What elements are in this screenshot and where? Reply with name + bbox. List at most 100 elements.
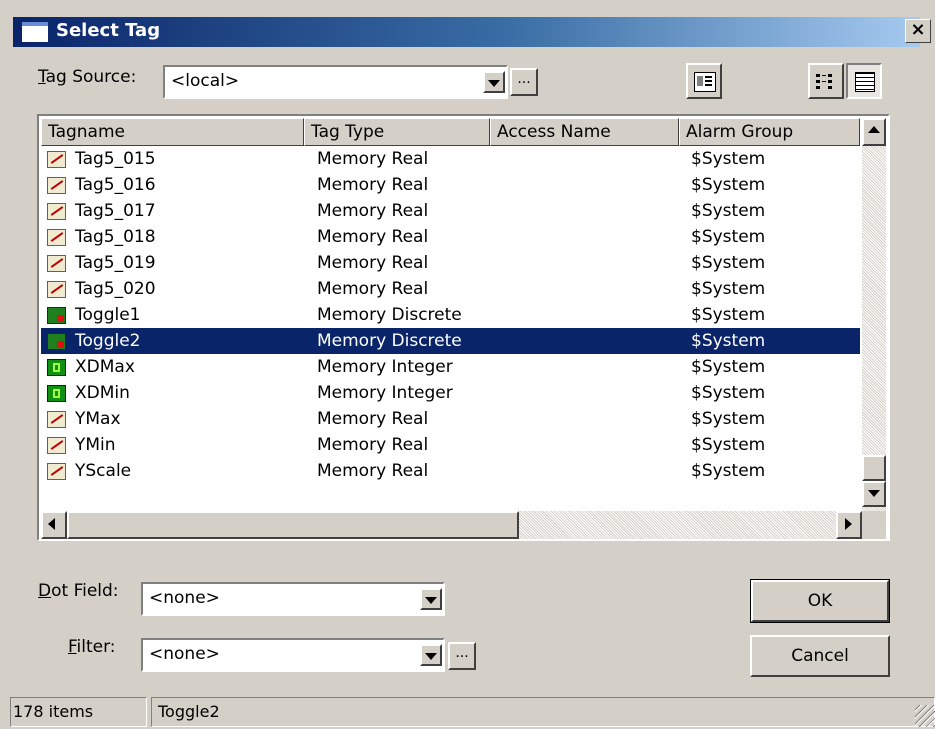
cell-tagname: Tag5_016 [75,175,156,195]
cell-alarm-group: $System [691,409,766,429]
table-row[interactable]: YMax Memory Real $System [41,406,860,432]
column-header-tagname[interactable]: Tagname [41,118,304,146]
cell-tag-type: Memory Real [317,253,429,273]
list-view-button[interactable] [808,63,844,99]
cell-tagname: Toggle2 [75,331,141,351]
list-view-icon [816,73,836,89]
cell-alarm-group: $System [691,149,766,169]
scroll-left-button[interactable] [41,511,67,539]
cell-tagname: Tag5_019 [75,253,156,273]
tag-source-browse-button[interactable]: ... [510,68,538,96]
cell-tagname: XDMin [75,383,130,403]
column-header-alarm-group[interactable]: Alarm Group [679,118,860,146]
ok-button[interactable]: OK [751,580,889,622]
vertical-scrollbar[interactable] [862,118,886,511]
cell-alarm-group: $System [691,331,766,351]
column-header-tag-type[interactable]: Tag Type [304,118,490,146]
cell-tagname: XDMax [75,357,135,377]
cancel-button[interactable]: Cancel [750,635,890,677]
filter-browse-button[interactable]: ... [448,642,476,670]
tag-discrete-icon [47,307,66,324]
scroll-down-button[interactable] [862,481,886,507]
cell-alarm-group: $System [691,279,766,299]
horizontal-scroll-thumb[interactable] [67,511,519,539]
cell-alarm-group: $System [691,227,766,247]
cell-tagname: Tag5_015 [75,149,156,169]
table-row[interactable]: Tag5_020 Memory Real $System [41,276,860,302]
cell-tag-type: Memory Discrete [317,331,462,351]
cell-tag-type: Memory Real [317,175,429,195]
tag-integer-icon [47,385,66,402]
tag-real-icon [47,463,66,480]
dot-field-combo[interactable]: <none> [141,582,445,616]
status-selected-tag: Toggle2 [151,697,935,727]
ok-button-frame: OK [750,579,890,623]
tag-discrete-icon [47,333,66,350]
cell-tag-type: Memory Real [317,227,429,247]
status-bar: 178 items Toggle2 [10,695,935,729]
tag-real-icon [47,229,66,246]
cell-alarm-group: $System [691,175,766,195]
properties-icon [694,72,716,92]
tag-list[interactable]: Tagname Tag Type Access Name Alarm Group… [37,114,890,541]
table-row[interactable]: XDMax Memory Integer $System [41,354,860,380]
tag-source-value: <local> [171,71,240,91]
scrollbar-corner [862,511,886,539]
tag-real-icon [47,281,66,298]
scroll-up-button[interactable] [862,118,886,146]
vertical-scroll-thumb[interactable] [862,455,886,481]
tag-properties-button[interactable] [686,63,722,99]
status-item-count: 178 items [10,697,147,727]
table-row[interactable]: Tag5_018 Memory Real $System [41,224,860,250]
table-row[interactable]: Tag5_016 Memory Real $System [41,172,860,198]
table-row[interactable]: YScale Memory Real $System [41,458,860,484]
table-row[interactable]: Toggle2 Memory Discrete $System [41,328,860,354]
cell-tagname: YScale [75,461,132,481]
cell-alarm-group: $System [691,435,766,455]
tag-real-icon [47,151,66,168]
cell-tagname: Tag5_017 [75,201,156,221]
tag-real-icon [47,203,66,220]
resize-grip-icon[interactable] [915,705,935,727]
cell-alarm-group: $System [691,461,766,481]
tag-real-icon [47,437,66,454]
table-row[interactable]: Tag5_017 Memory Real $System [41,198,860,224]
cell-tag-type: Memory Real [317,279,429,299]
tag-source-dropdown-button[interactable] [483,71,505,93]
cell-tag-type: Memory Integer [317,357,453,377]
dot-field-dropdown-button[interactable] [420,588,442,610]
column-header-access-name[interactable]: Access Name [490,118,679,146]
cell-tag-type: Memory Discrete [317,305,462,325]
table-row[interactable]: Tag5_015 Memory Real $System [41,146,860,172]
filter-dropdown-button[interactable] [420,644,442,666]
close-button[interactable]: × [905,19,931,43]
arrow-right-icon [845,518,852,530]
cell-tag-type: Memory Integer [317,383,453,403]
details-view-button[interactable] [846,63,882,99]
chevron-down-icon [425,597,437,604]
cell-tagname: YMin [75,435,116,455]
table-row[interactable]: Tag5_019 Memory Real $System [41,250,860,276]
tag-real-icon [47,177,66,194]
table-row[interactable]: XDMin Memory Integer $System [41,380,860,406]
cell-tag-type: Memory Real [317,409,429,429]
cell-tag-type: Memory Real [317,201,429,221]
cell-alarm-group: $System [691,253,766,273]
cell-tag-type: Memory Real [317,461,429,481]
scroll-right-button[interactable] [836,511,862,539]
tag-real-icon [47,255,66,272]
arrow-left-icon [48,518,55,530]
table-row[interactable]: Toggle1 Memory Discrete $System [41,302,860,328]
tag-source-combo[interactable]: <local> [163,65,508,99]
arrow-up-icon [868,126,880,133]
cell-tagname: YMax [75,409,121,429]
filter-combo[interactable]: <none> [141,638,445,672]
cell-tagname: Tag5_020 [75,279,156,299]
cell-alarm-group: $System [691,357,766,377]
tag-integer-icon [47,359,66,376]
dot-field-label: Dot Field: [38,581,119,601]
table-row[interactable]: YMin Memory Real $System [41,432,860,458]
arrow-down-icon [868,490,880,497]
chevron-down-icon [425,653,437,660]
details-view-icon [855,72,875,92]
